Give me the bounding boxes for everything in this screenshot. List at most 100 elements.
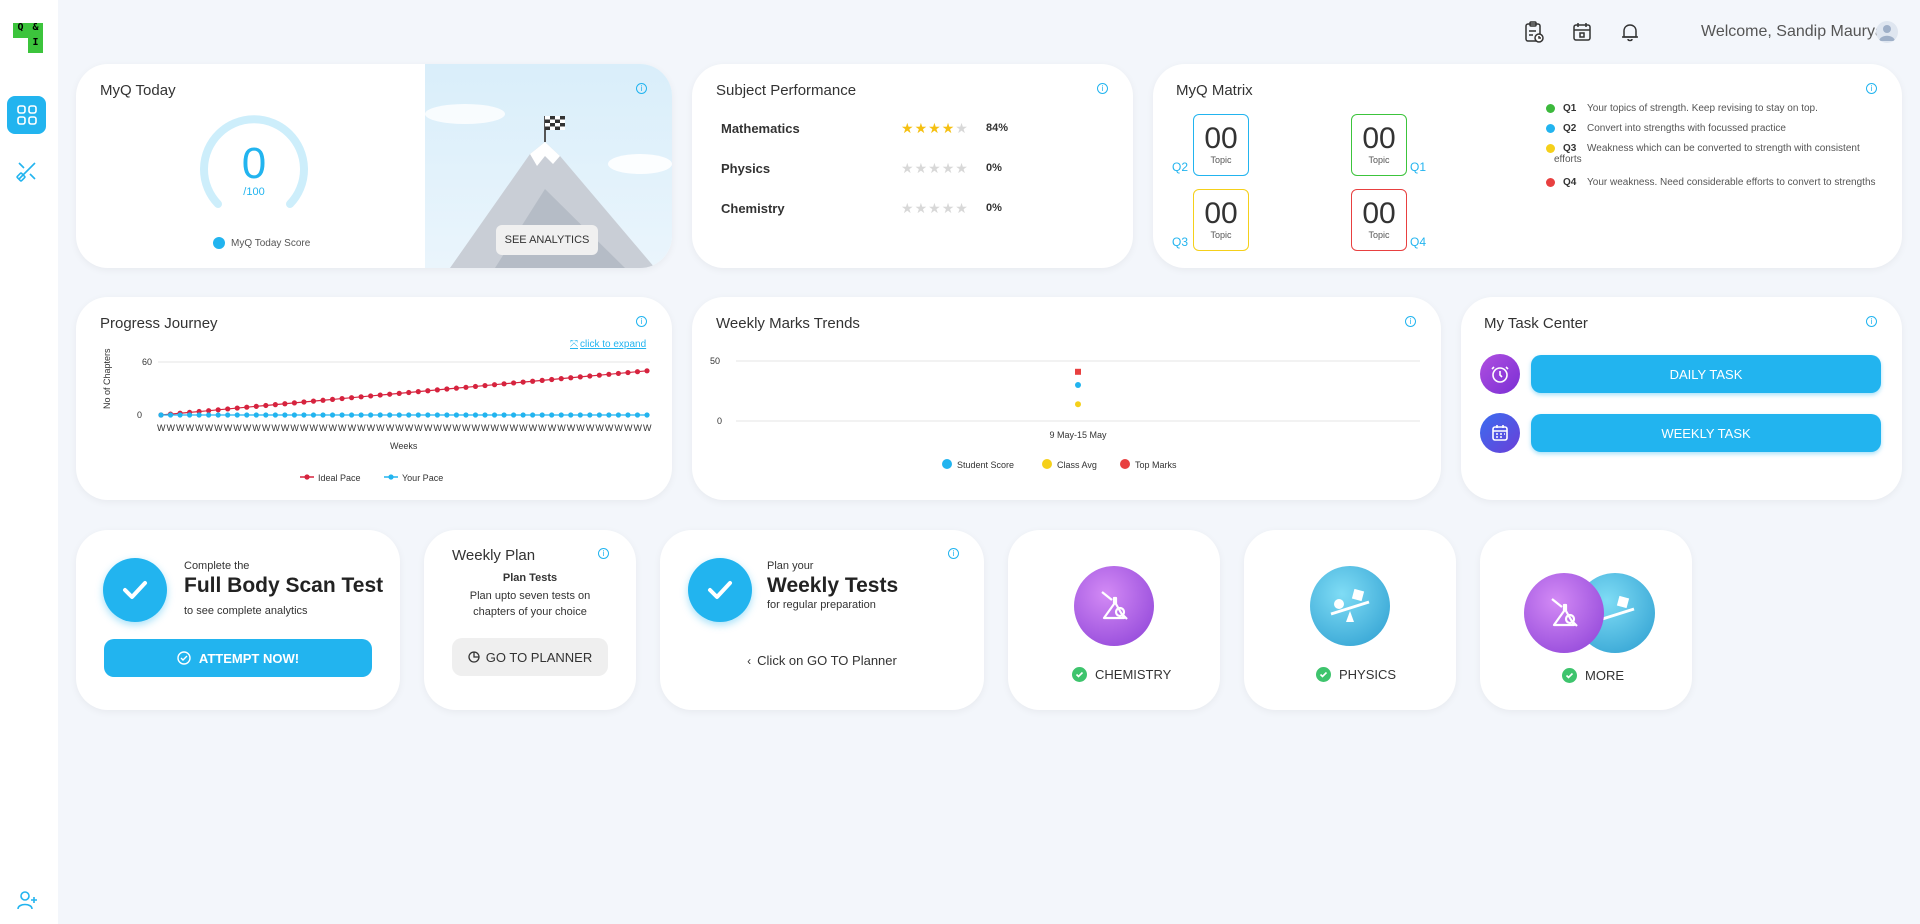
tools-icon	[15, 162, 36, 182]
data-point	[425, 388, 431, 394]
myq-score: 0	[241, 139, 267, 188]
x-tick-label: W	[548, 423, 557, 433]
x-tick-label: W	[481, 423, 490, 433]
subject-card-more[interactable]: MORE	[1480, 530, 1692, 710]
test-report-icon[interactable]	[1522, 20, 1546, 44]
x-tick-label: W	[462, 423, 471, 433]
x-tick-label: W	[519, 423, 528, 433]
data-point	[282, 412, 288, 418]
info-icon[interactable]: i	[1866, 83, 1877, 94]
x-tick-label: W	[424, 423, 433, 433]
go-to-planner-button[interactable]: GO TO PLANNER	[452, 638, 608, 676]
x-axis-label: Weeks	[390, 441, 418, 451]
x-tick-label: W	[433, 423, 442, 433]
calendar-icon[interactable]	[1570, 20, 1594, 44]
topic-label: Topic	[1210, 230, 1232, 240]
info-icon[interactable]: i	[598, 548, 609, 559]
y-tick-label: 0	[137, 410, 142, 420]
y-tick-label: 0	[717, 416, 722, 426]
app-logo[interactable]: Q & I	[13, 23, 43, 53]
weekly-plan-desc: Plan upto seven tests on chapters of you…	[469, 590, 591, 618]
dashboard-icon	[16, 105, 37, 125]
matrix-legend-q4: Q4 Your weakness. Need considerable effo…	[1546, 177, 1906, 188]
data-point	[291, 412, 298, 418]
subject-label: MORE	[1562, 668, 1624, 683]
weekly-task-button[interactable]: WEEKLY TASK	[1531, 414, 1881, 452]
subject-name: PHYSICS	[1339, 667, 1397, 682]
data-point	[501, 381, 507, 387]
subject-card-physics[interactable]: PHYSICS	[1244, 530, 1456, 710]
daily-task-button[interactable]: DAILY TASK	[1531, 355, 1881, 393]
data-point	[1075, 382, 1081, 388]
legend-marker	[388, 474, 394, 480]
data-point	[329, 396, 336, 403]
data-point	[339, 395, 345, 402]
data-point	[368, 412, 374, 418]
data-point	[196, 412, 202, 418]
star-icon: ★	[901, 160, 915, 176]
see-analytics-button[interactable]: SEE ANALYTICS	[496, 225, 598, 255]
matrix-box-q4[interactable]: 00 Topic	[1351, 189, 1407, 251]
x-tick-label: W	[262, 423, 271, 433]
data-point	[368, 393, 374, 399]
full-body-scan-card: Complete the Full Body Scan Test to see …	[76, 530, 400, 710]
matrix-box-q1[interactable]: 00 Topic	[1351, 114, 1407, 176]
subject-label: CHEMISTRY	[1072, 667, 1171, 682]
check-icon	[1316, 667, 1331, 682]
legend-marker	[1120, 459, 1130, 469]
attempt-now-button[interactable]: ATTEMPT NOW!	[104, 639, 372, 677]
star-icon: ★	[914, 160, 929, 176]
data-point	[320, 412, 326, 418]
series-line	[160, 370, 648, 416]
star-icon: ★	[901, 120, 915, 136]
x-tick-label: W	[624, 423, 633, 433]
info-icon[interactable]: i	[948, 548, 959, 559]
x-tick-label: W	[195, 423, 204, 433]
user-avatar[interactable]	[1876, 21, 1898, 43]
data-point	[301, 412, 307, 418]
matrix-box-q3[interactable]: 00 Topic	[1193, 189, 1249, 251]
subject-name: Physics	[721, 161, 771, 176]
data-point	[244, 404, 250, 410]
sidebar-item-dashboard[interactable]	[7, 96, 46, 134]
legend-q: Q1	[1563, 103, 1577, 114]
x-tick-label: W	[586, 423, 595, 433]
data-point	[177, 412, 183, 418]
matrix-box-q2[interactable]: 00 Topic	[1193, 114, 1249, 176]
quadrant-label-q2: Q2	[1172, 160, 1189, 174]
matrix-legend-q2: Q2 Convert into strengths with focussed …	[1546, 123, 1886, 134]
weekly-tests-card: i Plan your Weekly Tests for regular pre…	[660, 530, 984, 710]
data-point	[510, 412, 517, 418]
full-body-line1: Complete the	[184, 560, 250, 572]
weekly-tests-line3: for regular preparation	[767, 599, 876, 611]
x-tick-label: W	[300, 423, 309, 433]
info-icon[interactable]: i	[1866, 316, 1877, 327]
y-tick-label: 60	[142, 357, 152, 367]
subject-row: Mathematics ★★★★★ 84%	[721, 120, 1121, 141]
flask-icon	[1074, 566, 1154, 646]
data-point	[482, 412, 488, 418]
sidebar-item-tools[interactable]	[7, 152, 46, 190]
info-icon[interactable]: i	[1097, 83, 1108, 94]
data-point	[510, 380, 517, 386]
info-icon[interactable]: i	[636, 83, 647, 94]
data-point	[206, 412, 212, 418]
star-icon: ★	[914, 200, 929, 216]
daily-task-icon	[1480, 354, 1520, 394]
weekly-task-icon	[1480, 413, 1520, 453]
sidebar-item-add-user[interactable]	[7, 881, 46, 919]
data-point	[463, 412, 469, 418]
subject-card-chemistry[interactable]: CHEMISTRY	[1008, 530, 1220, 710]
x-tick-label: W	[281, 423, 290, 433]
subject-performance-card: Subject Performance i Mathematics ★★★★★ 84…	[692, 64, 1133, 268]
weekly-plan-card: Weekly Plan i Plan Tests Plan upto seven…	[424, 530, 636, 710]
data-point	[444, 386, 450, 392]
card-title: Weekly Plan	[452, 547, 536, 564]
x-tick-label: W	[338, 423, 347, 433]
legend-label: MyQ Today Score	[231, 237, 311, 249]
notification-bell-icon[interactable]	[1618, 20, 1642, 44]
data-point	[310, 412, 317, 418]
legend-text: Convert into strengths with focussed pra…	[1587, 123, 1786, 134]
data-point	[387, 391, 393, 397]
data-point	[377, 392, 383, 398]
